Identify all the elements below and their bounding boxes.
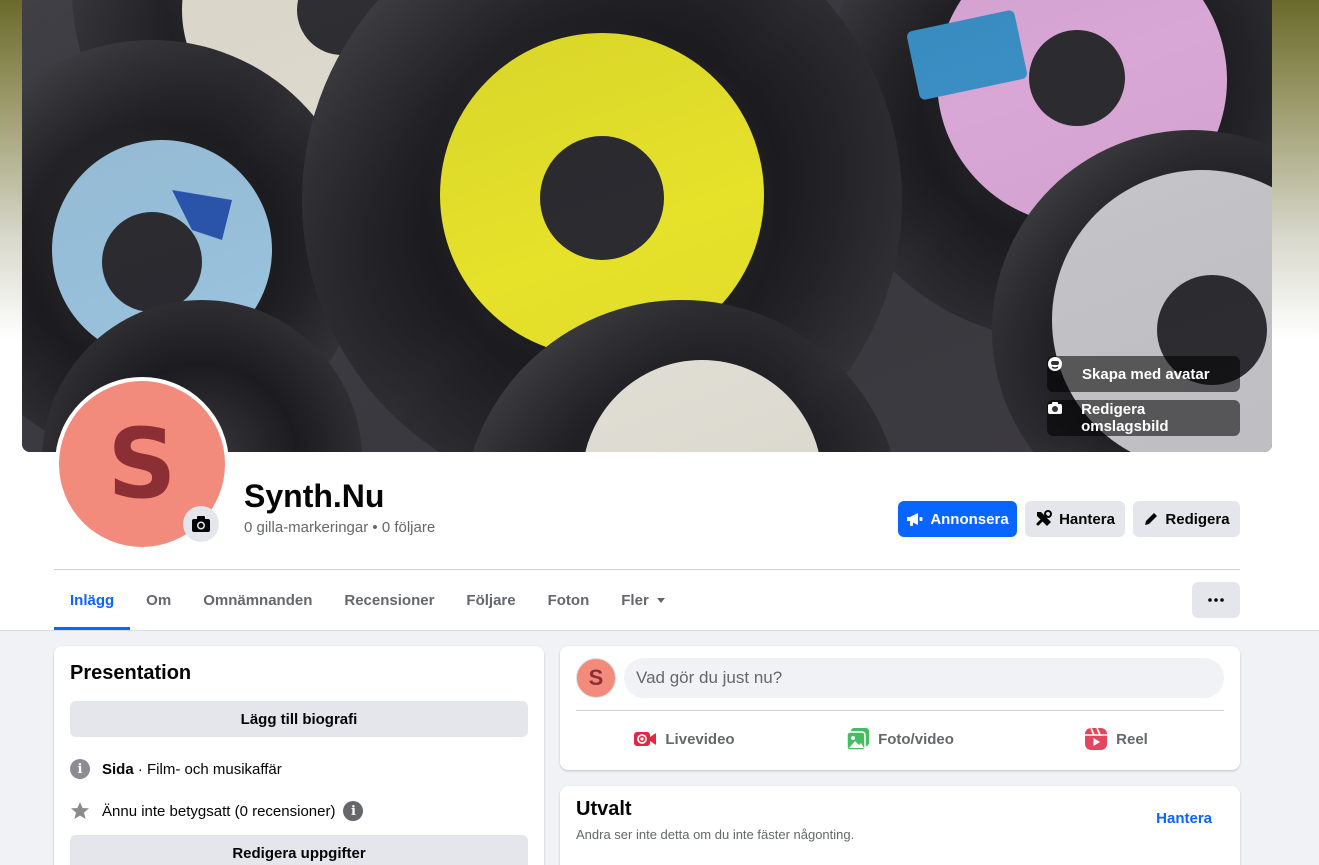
composer-avatar[interactable]: S: [576, 658, 616, 698]
page-title: Synth.Nu: [244, 478, 385, 514]
page-category-row: i Sida · Film- och musikaffär: [70, 757, 528, 781]
whats-on-your-mind-input[interactable]: Vad gör du just nu?: [624, 658, 1224, 698]
add-bio-button[interactable]: Lägg till biografi: [70, 701, 528, 737]
advertise-button[interactable]: Annonsera: [898, 501, 1017, 537]
tab-posts-label: Inlägg: [70, 591, 115, 609]
camera-icon: [1048, 402, 1074, 426]
page-stats: 0 gilla-markeringar • 0 följare: [244, 519, 435, 536]
tools-icon: [1036, 510, 1053, 526]
avatar-icon: [1048, 357, 1075, 382]
intro-title: Presentation: [70, 662, 192, 684]
photo-video-button[interactable]: Foto/video: [792, 719, 1008, 759]
ellipsis-icon: [1208, 598, 1224, 602]
photo-icon: [846, 728, 870, 751]
live-video-icon: [634, 732, 657, 746]
tab-more[interactable]: Fler: [605, 570, 683, 630]
tab-photos-label: Foton: [547, 591, 590, 609]
camera-icon: [192, 516, 210, 532]
rating-row: Ännu inte betygsatt (0 recensioner) i: [70, 799, 528, 823]
page-label: Sida: [102, 760, 134, 778]
edit-cover-photo-button[interactable]: Redigera omslagsbild: [1047, 400, 1240, 436]
rating-text: Ännu inte betygsatt (0 recensioner): [102, 802, 336, 820]
rating-info-icon[interactable]: i: [343, 801, 364, 821]
advertise-label: Annonsera: [930, 510, 1009, 528]
likes-link[interactable]: 0 gilla-markeringar: [244, 519, 368, 536]
edit-button[interactable]: Redigera: [1133, 501, 1240, 537]
photo-video-label: Foto/video: [878, 730, 954, 748]
cover-photo[interactable]: Skapa med avatar Redigera omslagsbild: [22, 0, 1272, 452]
featured-card: Utvalt Andra ser inte detta om du inte f…: [560, 786, 1240, 865]
profile-tabs: Inlägg Om Omnämnanden Recensioner Följar…: [54, 570, 683, 630]
star-icon: [71, 802, 89, 819]
post-composer: S Vad gör du just nu? Livevideo Foto/vid…: [560, 646, 1240, 770]
tab-mentions[interactable]: Omnämnanden: [187, 570, 328, 630]
intro-card: Presentation Lägg till biografi i Sida ·…: [54, 646, 544, 865]
tab-reviews[interactable]: Recensioner: [328, 570, 450, 630]
composer-divider: [576, 710, 1224, 711]
update-profile-picture-button[interactable]: [183, 506, 219, 542]
tab-more-label: Fler: [621, 591, 649, 609]
create-with-avatar-button[interactable]: Skapa med avatar: [1047, 356, 1240, 392]
featured-manage-link[interactable]: Hantera: [1156, 810, 1212, 827]
more-options-button[interactable]: [1192, 582, 1240, 618]
tab-about[interactable]: Om: [130, 570, 187, 630]
tab-mentions-label: Omnämnanden: [203, 591, 313, 609]
manage-label: Hantera: [1059, 510, 1115, 528]
live-video-button[interactable]: Livevideo: [576, 719, 792, 759]
stats-separator: •: [368, 519, 382, 536]
caret-down-icon: [656, 598, 665, 603]
featured-subtitle: Andra ser inte detta om du inte fäster n…: [576, 827, 855, 842]
create-with-avatar-label: Skapa med avatar: [1082, 365, 1210, 383]
page-category-text: Sida · Film- och musikaffär: [102, 761, 282, 778]
info-icon: i: [70, 759, 90, 779]
pencil-icon: [1145, 513, 1158, 525]
edit-cover-photo-label: Redigera omslagsbild: [1081, 401, 1169, 435]
edit-details-button[interactable]: Redigera uppgifter: [70, 835, 528, 865]
reel-label: Reel: [1116, 730, 1148, 748]
reel-button[interactable]: Reel: [1008, 719, 1224, 759]
tab-followers-label: Följare: [466, 591, 516, 609]
tab-photos[interactable]: Foton: [532, 570, 606, 630]
manage-button[interactable]: Hantera: [1025, 501, 1125, 537]
featured-title: Utvalt: [576, 798, 632, 820]
megaphone-icon: [907, 513, 923, 526]
tab-about-label: Om: [146, 591, 172, 609]
reel-icon: [1085, 727, 1108, 750]
tab-posts[interactable]: Inlägg: [54, 570, 131, 630]
profile-header: Skapa med avatar Redigera omslagsbild S …: [0, 0, 1319, 631]
page-category: · Film- och musikaffär: [133, 760, 282, 778]
followers-link[interactable]: 0 följare: [382, 519, 435, 536]
tab-reviews-label: Recensioner: [344, 591, 435, 609]
live-video-label: Livevideo: [665, 730, 735, 748]
tab-followers[interactable]: Följare: [450, 570, 531, 630]
edit-label: Redigera: [1165, 510, 1230, 528]
